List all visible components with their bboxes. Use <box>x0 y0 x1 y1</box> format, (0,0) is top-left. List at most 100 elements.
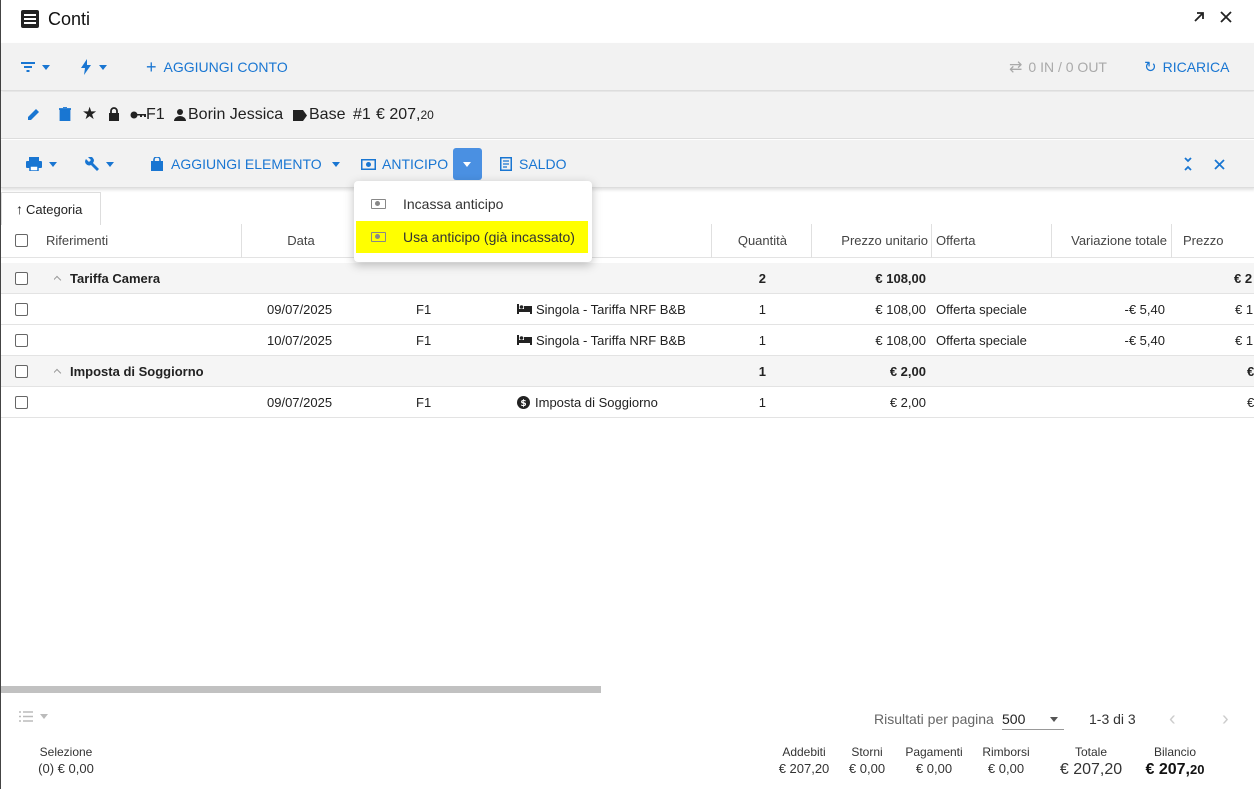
balance-main: € 207, <box>1145 761 1190 778</box>
reload-button[interactable]: ↻ RICARICA <box>1144 43 1229 91</box>
row-checkbox[interactable] <box>15 294 28 324</box>
category-label: Categoria <box>26 201 83 217</box>
row-checkbox[interactable] <box>15 356 28 386</box>
chevron-down-icon <box>49 161 57 167</box>
chevron-up-icon[interactable] <box>54 368 62 377</box>
checkbox[interactable] <box>15 364 28 378</box>
checkbox[interactable] <box>15 302 28 316</box>
key-label: F1 <box>146 106 165 123</box>
group-label: Imposta di Soggiorno <box>70 363 204 379</box>
col-prezzo[interactable]: Prezzo <box>1183 224 1223 257</box>
qty-cell: 1 <box>758 394 766 410</box>
chevron-up-icon[interactable] <box>54 275 62 284</box>
chevron-down-icon <box>463 162 471 167</box>
money-icon <box>371 232 386 242</box>
qty-cell: 1 <box>758 363 766 379</box>
group-name[interactable]: Tariffa Camera <box>54 263 160 293</box>
key-icon <box>130 111 146 119</box>
view-options-button[interactable] <box>19 711 48 722</box>
col-riferimenti[interactable]: Riferimenti <box>46 224 108 257</box>
delete-icon[interactable] <box>59 106 71 126</box>
category-sort-tab[interactable]: ↑ Categoria <box>1 192 101 225</box>
x-icon <box>1220 11 1232 23</box>
table-row[interactable]: Imposta di Soggiorno 1 € 2,00 € <box>1 356 1254 387</box>
plus-icon: + <box>146 56 157 77</box>
description-label: Singola - Tariffa NRF B&B <box>536 332 686 348</box>
account-actions-toolbar: AGGIUNGI ELEMENTO ANTICIPO SALDO <box>1 140 1254 188</box>
select-all-checkbox[interactable] <box>15 224 28 257</box>
print-button[interactable] <box>26 140 57 188</box>
selection-total: Selezione (0) € 0,00 <box>33 745 99 776</box>
edit-icon[interactable] <box>27 107 41 126</box>
chevron-down-icon <box>42 64 50 70</box>
horizontal-scrollbar[interactable] <box>1 686 601 693</box>
checkbox[interactable] <box>15 271 28 285</box>
description-label: Singola - Tariffa NRF B&B <box>536 301 686 317</box>
col-quantita[interactable]: Quantità <box>712 224 787 257</box>
chevron-down-icon <box>40 714 48 719</box>
row-checkbox[interactable] <box>15 387 28 417</box>
refresh-icon: ↻ <box>1144 59 1157 76</box>
per-page-label: Risultati per pagina <box>874 711 994 727</box>
variation-cell: -€ 5,40 <box>1124 332 1165 348</box>
qty-cell: 1 <box>758 332 766 348</box>
col-prezzo-unitario[interactable]: Prezzo unitario <box>812 224 928 257</box>
advance-dropdown-toggle[interactable] <box>453 148 482 180</box>
checkbox[interactable] <box>15 333 28 347</box>
collapse-icon <box>1184 157 1192 171</box>
table-icon <box>21 10 39 28</box>
table-row[interactable]: Tariffa Camera 2 € 108,00 € 2 <box>1 263 1254 294</box>
bed-icon <box>517 335 532 345</box>
accounts-toolbar: + AGGIUNGI CONTO ⇄ 0 IN / 0 OUT ↻ RICARI… <box>1 43 1254 91</box>
filter-button[interactable] <box>21 43 50 91</box>
chevron-down-icon <box>331 161 340 167</box>
col-data[interactable]: Data <box>242 224 360 257</box>
money-icon <box>371 199 386 209</box>
offer-cell: Offerta speciale <box>936 332 1027 348</box>
payments-value: € 0,00 <box>915 761 953 776</box>
table-row[interactable]: 09/07/2025 F1 Singola - Tariffa NRF B&B … <box>1 294 1254 325</box>
guest-name: Borin Jessica <box>188 106 284 123</box>
expand-icon[interactable] <box>1188 8 1210 30</box>
col-variazione[interactable]: Variazione totale <box>1052 224 1167 257</box>
menu-item-collect-advance[interactable]: Incassa anticipo <box>356 188 588 220</box>
add-item-button[interactable]: AGGIUNGI ELEMENTO <box>151 140 340 188</box>
group-name[interactable]: Imposta di Soggiorno <box>54 356 204 386</box>
star-icon[interactable]: ★ <box>82 104 97 124</box>
add-account-label: AGGIUNGI CONTO <box>163 59 288 75</box>
table-row[interactable]: 09/07/2025 F1 $ Imposta di Soggiorno 1 €… <box>1 387 1254 418</box>
unit-price-cell: € 108,00 <box>875 270 926 286</box>
actions-button[interactable] <box>80 43 107 91</box>
price-cell: € 1 <box>1235 301 1254 317</box>
variation-cell: -€ 5,40 <box>1124 301 1165 317</box>
menu-item-use-advance[interactable]: Usa anticipo (già incassato) <box>356 221 588 253</box>
grand-total: Totale € 207,20 <box>1055 745 1127 779</box>
checkbox[interactable] <box>15 234 28 247</box>
add-account-button[interactable]: + AGGIUNGI CONTO <box>146 43 288 91</box>
row-checkbox[interactable] <box>15 325 28 355</box>
tools-button[interactable] <box>85 140 114 188</box>
lock-icon[interactable] <box>108 107 120 126</box>
description-cell: Singola - Tariffa NRF B&B <box>517 294 686 324</box>
charges-label: Addebiti <box>782 745 826 759</box>
close-account-button[interactable] <box>1214 140 1225 188</box>
arrow-up-icon: ↑ <box>16 201 23 217</box>
total-value: € 207,20 <box>1059 761 1123 778</box>
table-row[interactable]: 10/07/2025 F1 Singola - Tariffa NRF B&B … <box>1 325 1254 356</box>
balance-total-value: € 207,20 <box>1139 761 1211 779</box>
close-icon <box>1214 158 1225 170</box>
prev-page-icon[interactable]: ‹ <box>1169 708 1176 731</box>
checkbox[interactable] <box>15 395 28 409</box>
chevron-down-icon <box>1050 717 1058 722</box>
col-offerta[interactable]: Offerta <box>936 224 976 257</box>
collapse-button[interactable] <box>1182 140 1194 188</box>
advance-menu: Incassa anticipo Usa anticipo (già incas… <box>354 181 592 262</box>
close-icon[interactable] <box>1215 8 1237 30</box>
total-label: Totale <box>1074 745 1108 759</box>
per-page-select[interactable]: 500 <box>1002 708 1064 730</box>
next-page-icon[interactable]: › <box>1222 708 1229 731</box>
pagination-bar: Risultati per pagina 500 1-3 di 3 ‹ › <box>1 702 1254 736</box>
row-checkbox[interactable] <box>15 263 28 293</box>
qty-cell: 1 <box>758 301 766 317</box>
description-label: Imposta di Soggiorno <box>535 394 658 410</box>
